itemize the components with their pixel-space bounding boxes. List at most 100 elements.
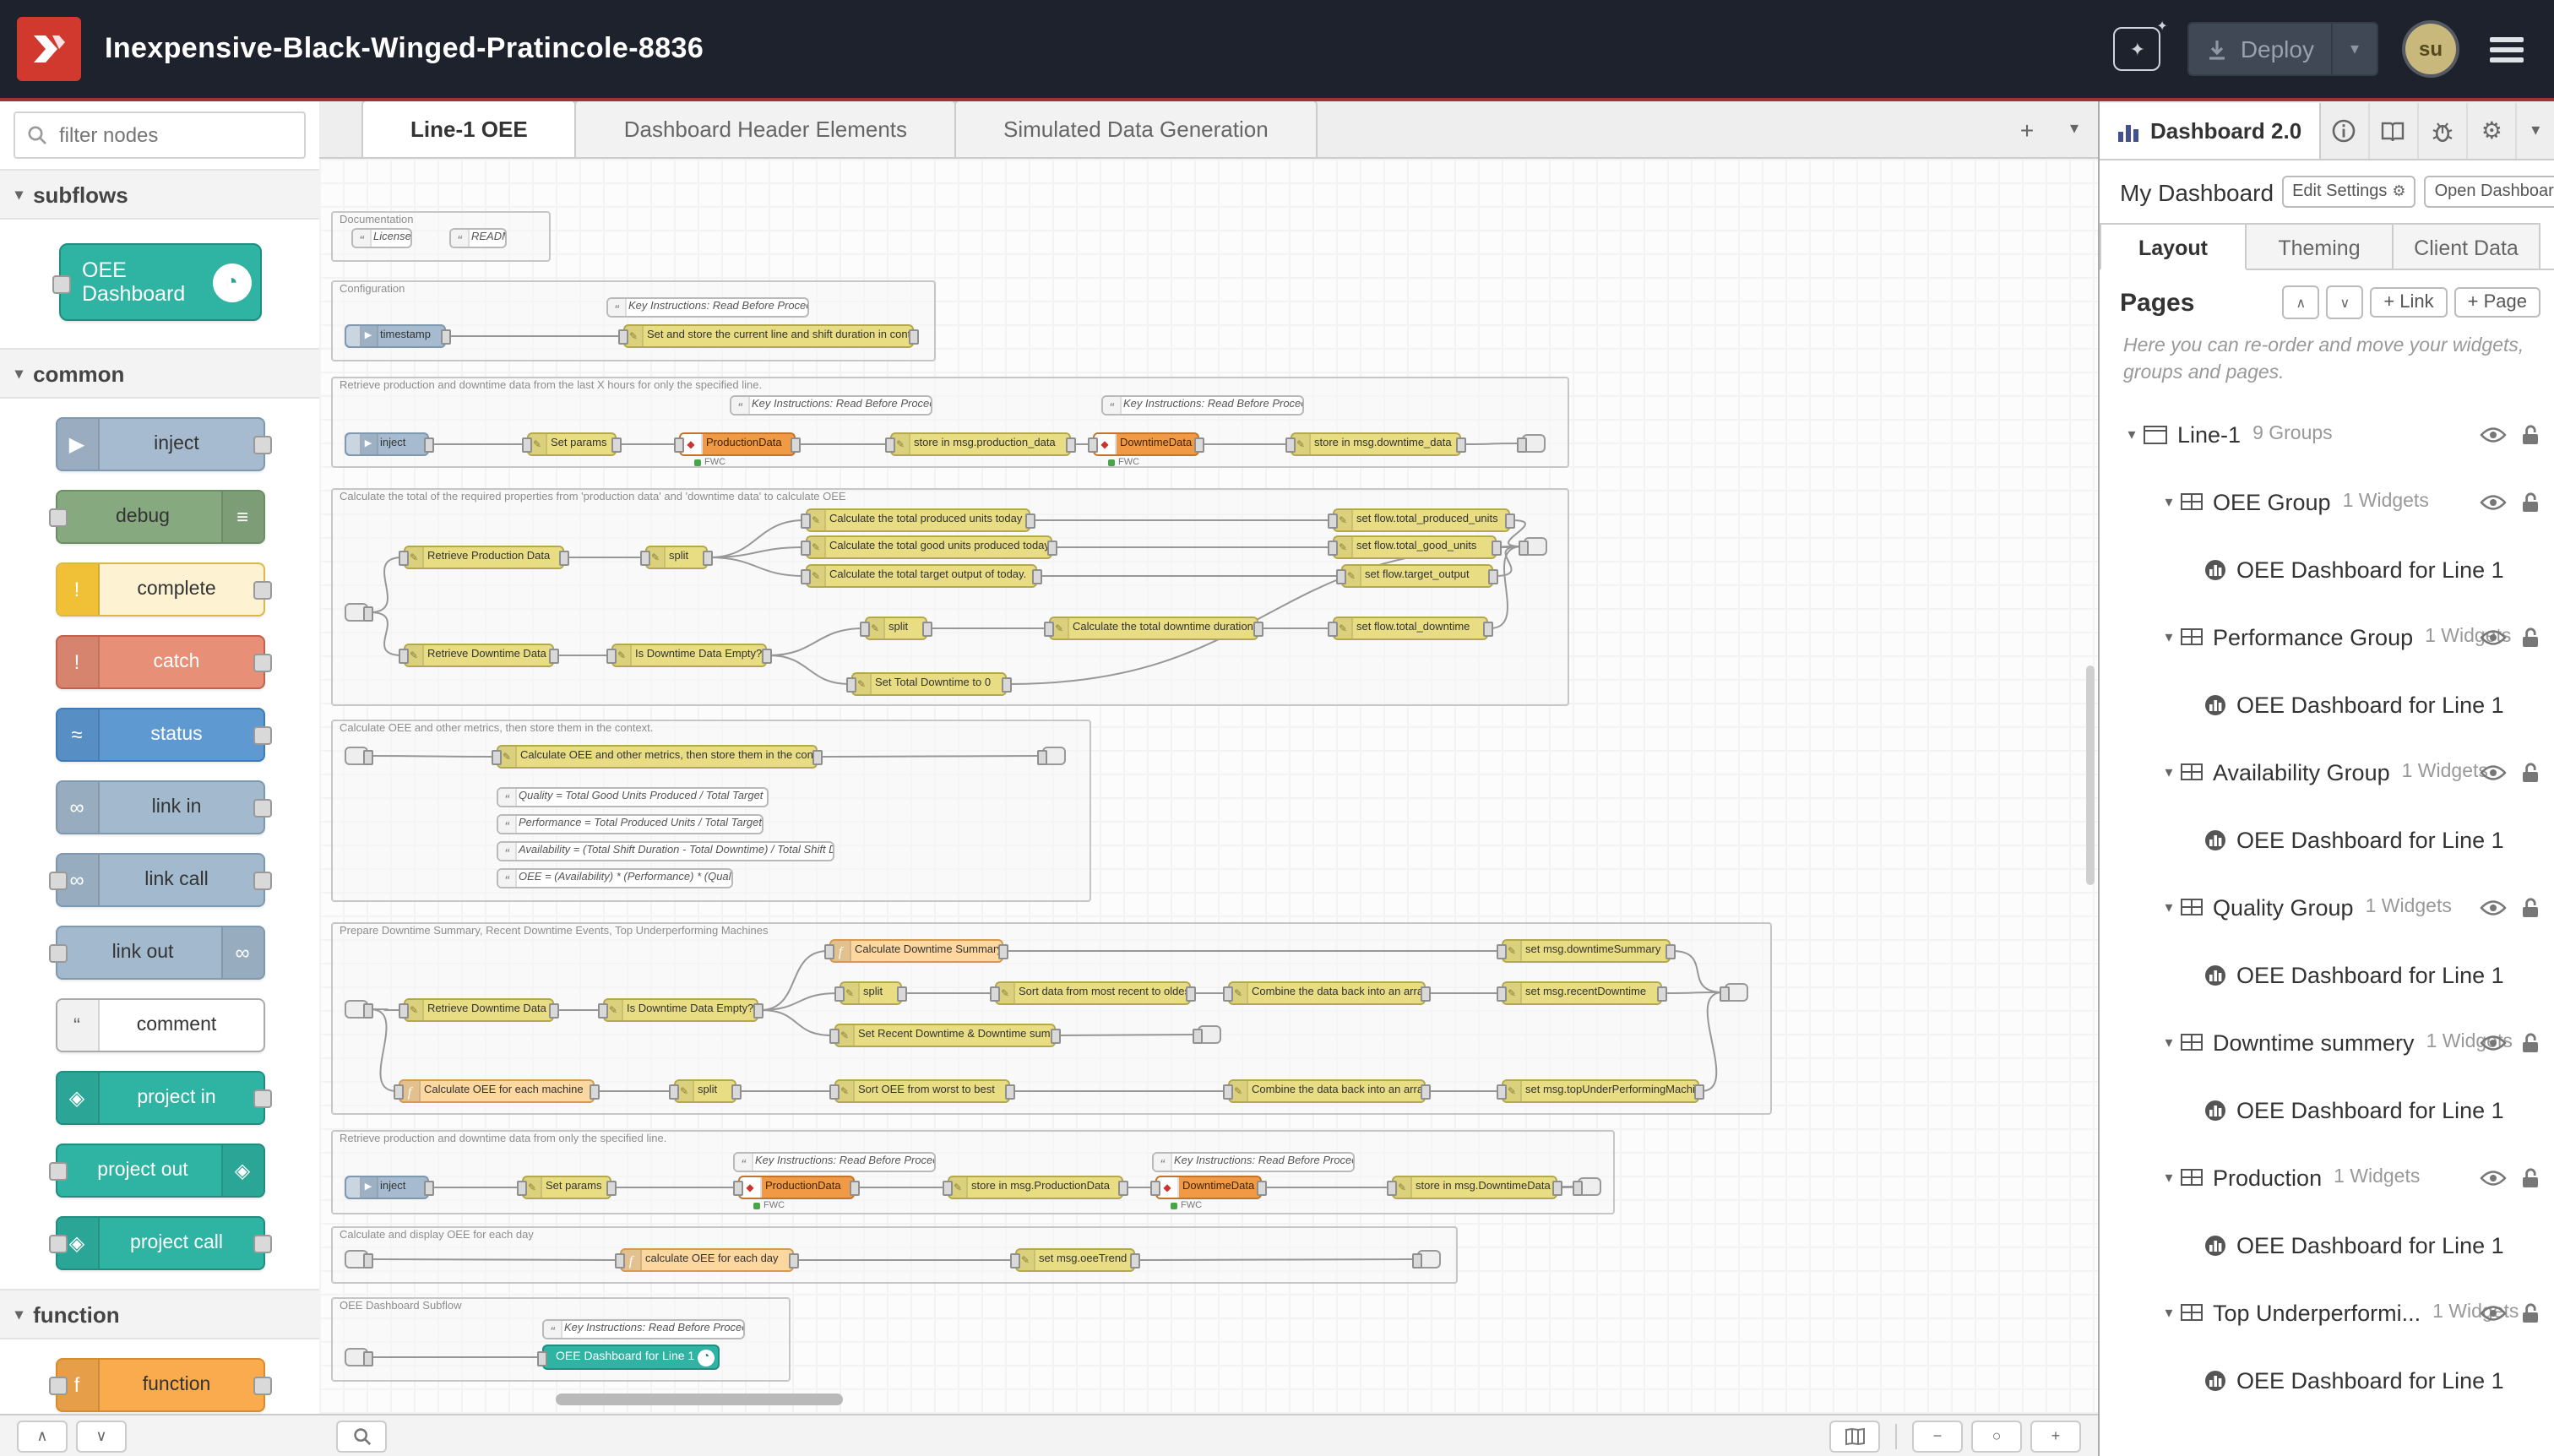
tree-widget-row[interactable]: OEE Dashboard for Line 1 xyxy=(2100,535,2554,603)
sidebar-tab-debug[interactable] xyxy=(2419,103,2468,159)
flow-node-lin[interactable] xyxy=(345,747,368,765)
palette-node-function[interactable]: ffunction xyxy=(55,1358,264,1412)
node-input-port[interactable] xyxy=(801,569,811,584)
flow-group[interactable]: Calculate and display OEE for each day xyxy=(331,1226,1458,1284)
deploy-options-caret-icon[interactable]: ▾ xyxy=(2333,40,2377,58)
node-input-port[interactable] xyxy=(606,649,617,664)
node-output-port[interactable] xyxy=(909,329,919,345)
node-output-port[interactable] xyxy=(1421,986,1431,1002)
node-input-port[interactable] xyxy=(1223,1084,1233,1100)
palette-node-catch[interactable]: !catch xyxy=(55,635,264,689)
node-output-port[interactable] xyxy=(441,329,451,345)
flow-group[interactable]: Retrieve production and downtime data fr… xyxy=(331,1130,1615,1214)
flow-node-lout[interactable] xyxy=(1522,434,1546,453)
flow-node-chg[interactable]: ✎set msg.topUnderPerformingMachines xyxy=(1502,1079,1699,1103)
tree-page-row[interactable]: ▾Line-19 Groups xyxy=(2100,400,2554,468)
flow-node-chg[interactable]: ✎Combine the data back into an array. xyxy=(1228,1079,1426,1103)
canvas-search-icon[interactable] xyxy=(336,1420,387,1452)
flow-node-inj[interactable]: ▶timestamp xyxy=(345,324,446,348)
flow-node-db[interactable]: ◆DowntimeDataFWC xyxy=(1155,1176,1262,1199)
node-output-port[interactable] xyxy=(1694,1084,1704,1100)
node-input-port[interactable] xyxy=(990,986,1000,1002)
add-page-button[interactable]: + Page xyxy=(2454,287,2540,318)
flow-node-lin[interactable] xyxy=(345,603,368,622)
node-output-port[interactable] xyxy=(1488,569,1498,584)
visibility-toggle-icon[interactable] xyxy=(2480,898,2507,916)
canvas-horizontal-scrollbar[interactable] xyxy=(556,1394,843,1405)
assistant-icon[interactable]: ✦✦ xyxy=(2114,27,2161,71)
node-input-port[interactable] xyxy=(1037,749,1047,764)
flow-node-chg[interactable]: ✎store in msg.downtime_data xyxy=(1291,432,1461,456)
tree-group-row[interactable]: ▾OEE Group1 Widgets xyxy=(2100,468,2554,535)
node-input-port[interactable] xyxy=(669,1084,679,1100)
tree-group-row[interactable]: ▾Availability Group1 Widgets xyxy=(2100,738,2554,806)
flow-node-chg[interactable]: ✎split xyxy=(674,1079,736,1103)
palette-node-link-out[interactable]: ∞link out xyxy=(55,926,264,980)
flow-node-chg[interactable]: ✎Calculate the total downtime duration xyxy=(1049,617,1258,640)
flow-node-chg[interactable]: ✎set msg.downtimeSummary xyxy=(1502,939,1671,963)
node-output-port[interactable] xyxy=(1118,1181,1128,1196)
flow-node-cmt[interactable]: “Key Instructions: Read Before Proceedin… xyxy=(606,297,809,318)
node-output-port[interactable] xyxy=(590,1084,600,1100)
flow-node-cmt[interactable]: “Quality = Total Good Units Produced / T… xyxy=(497,787,769,807)
palette-node-project-out[interactable]: ◈project out xyxy=(55,1144,264,1198)
palette-collapse-all-icon[interactable]: ∧ xyxy=(17,1420,68,1452)
node-input-port[interactable] xyxy=(1223,986,1233,1002)
node-input-port[interactable] xyxy=(517,1181,527,1196)
flow-node-sub[interactable]: OEE Dashboard for Line 1◔ xyxy=(542,1345,720,1370)
node-output-port[interactable] xyxy=(897,986,907,1002)
navigator-icon[interactable] xyxy=(1829,1420,1880,1452)
flow-node-chg[interactable]: ✎store in msg.ProductionData xyxy=(948,1176,1123,1199)
node-input-port[interactable] xyxy=(1412,1252,1422,1268)
node-output-port[interactable] xyxy=(363,1252,373,1268)
tree-widget-row[interactable]: OEE Dashboard for Line 1 xyxy=(2100,1076,2554,1144)
node-output-port[interactable] xyxy=(998,944,1008,959)
chevron-down-icon[interactable]: ▾ xyxy=(2120,425,2144,443)
node-input-port[interactable] xyxy=(399,1003,409,1019)
flow-node-chg[interactable]: ✎store in msg.production_data xyxy=(890,432,1071,456)
node-output-port[interactable] xyxy=(1657,986,1667,1002)
flow-node-cmt[interactable]: “OEE = (Availability) * (Performance) * … xyxy=(497,868,733,888)
node-output-port[interactable] xyxy=(1025,513,1035,529)
node-output-port[interactable] xyxy=(1194,437,1204,453)
flow-node-chg[interactable]: ✎Set Recent Downtime & Downtime summery … xyxy=(834,1024,1056,1047)
user-avatar[interactable]: su xyxy=(2405,24,2456,74)
edit-settings-button[interactable]: Edit Settings ⚙ xyxy=(2282,176,2415,208)
visibility-toggle-icon[interactable] xyxy=(2480,627,2507,646)
lock-icon[interactable] xyxy=(2520,1301,2540,1323)
node-input-port[interactable] xyxy=(394,1084,404,1100)
add-link-button[interactable]: + Link xyxy=(2370,287,2447,318)
flow-node-lout[interactable] xyxy=(1578,1177,1601,1196)
node-output-port[interactable] xyxy=(1066,437,1076,453)
palette-search[interactable] xyxy=(14,111,306,159)
palette-node-subflow-oee-dashboard[interactable]: OEE Dashboard◔ xyxy=(58,243,261,321)
flow-node-inj[interactable]: ▶inject xyxy=(345,432,429,456)
node-input-port[interactable] xyxy=(1497,986,1507,1002)
lock-icon[interactable] xyxy=(2520,626,2540,648)
flow-node-chg[interactable]: ✎store in msg.DowntimeData xyxy=(1392,1176,1557,1199)
node-input-port[interactable] xyxy=(640,551,650,566)
node-input-port[interactable] xyxy=(1088,437,1098,453)
node-input-port[interactable] xyxy=(1044,622,1054,637)
node-output-port[interactable] xyxy=(1130,1253,1140,1269)
flow-node-inj[interactable]: ▶inject xyxy=(345,1176,429,1199)
deploy-button[interactable]: Deploy ▾ xyxy=(2188,22,2378,76)
flow-group[interactable]: Configuration xyxy=(331,280,936,361)
node-input-port[interactable] xyxy=(1010,1253,1020,1269)
visibility-toggle-icon[interactable] xyxy=(2480,1033,2507,1051)
node-output-port[interactable] xyxy=(1483,622,1493,637)
flow-node-chg[interactable]: ✎set flow.target_output xyxy=(1341,564,1493,588)
flow-node-lout[interactable] xyxy=(1042,747,1066,765)
zoom-in-icon[interactable]: + xyxy=(2030,1420,2081,1452)
lock-icon[interactable] xyxy=(2520,761,2540,783)
flow-node-cmt[interactable]: “Key Instructions: Read Before Proceedin… xyxy=(542,1319,745,1339)
lock-icon[interactable] xyxy=(2520,423,2540,445)
node-input-port[interactable] xyxy=(1193,1028,1203,1043)
node-input-port[interactable] xyxy=(829,1029,840,1044)
node-output-port[interactable] xyxy=(1253,622,1263,637)
flow-node-chg[interactable]: ✎Is Downtime Data Empty? xyxy=(603,998,758,1022)
palette-search-input[interactable] xyxy=(56,122,304,149)
node-output-port[interactable] xyxy=(363,1350,373,1366)
palette-expand-all-icon[interactable]: ∨ xyxy=(76,1420,127,1452)
node-input-port[interactable] xyxy=(1285,437,1296,453)
